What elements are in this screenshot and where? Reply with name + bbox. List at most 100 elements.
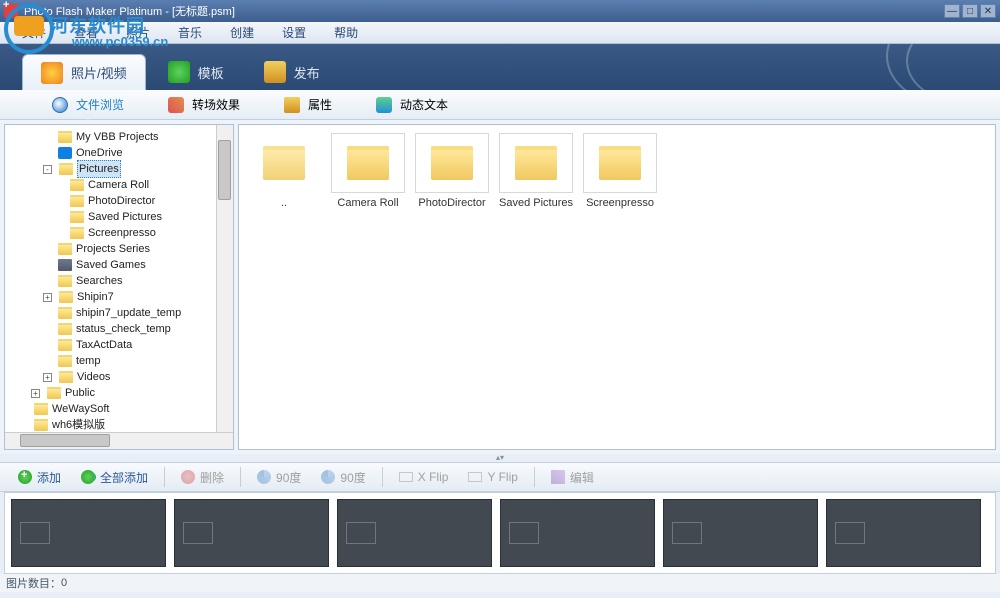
sub-tab-icon (284, 97, 300, 113)
folder-icon (58, 131, 72, 143)
filmstrip-slot[interactable] (826, 499, 981, 567)
folder-icon (347, 146, 389, 180)
tree-row[interactable]: Screenpresso (7, 225, 214, 241)
expand-toggle[interactable]: - (43, 165, 52, 174)
menu-item[interactable]: 创建 (216, 24, 268, 41)
tree-row[interactable]: OneDrive (7, 145, 214, 161)
filmstrip-slot[interactable] (11, 499, 166, 567)
tree-row[interactable]: Saved Pictures (7, 209, 214, 225)
folder-icon (59, 163, 73, 175)
folder-icon (515, 146, 557, 180)
folder-tree-pane: My VBB ProjectsOneDrive-PicturesCamera R… (4, 124, 234, 450)
folder-icon (59, 371, 73, 383)
filmstrip (4, 492, 996, 574)
rotate-ccw-button[interactable]: 90度 (249, 466, 309, 488)
folder-icon (34, 403, 48, 415)
main-tab[interactable]: 模板 (150, 54, 242, 90)
folder-item[interactable]: Saved Pictures (499, 133, 573, 209)
rotate-cw-icon (321, 470, 335, 484)
filmstrip-slot[interactable] (500, 499, 655, 567)
menu-item[interactable]: 照片 (112, 24, 164, 41)
tree-row[interactable]: -Pictures (7, 161, 214, 177)
folder-item[interactable]: Camera Roll (331, 133, 405, 209)
add-icon (18, 470, 32, 484)
close-button[interactable]: ✕ (980, 4, 996, 18)
expand-toggle[interactable]: + (31, 389, 40, 398)
tree-row[interactable]: temp (7, 353, 214, 369)
menu-item[interactable]: 设置 (268, 24, 320, 41)
tree-row[interactable]: wh6模拟版 (7, 417, 214, 432)
tree-row[interactable]: TaxActData (7, 337, 214, 353)
sub-tab[interactable]: 转场效果 (146, 90, 262, 119)
folder-icon (58, 147, 72, 159)
sub-tab-icon (168, 97, 184, 113)
tree-row[interactable]: WeWaySoft (7, 401, 214, 417)
tree-row[interactable]: shipin7_update_temp (7, 305, 214, 321)
menu-item[interactable]: 音乐 (164, 24, 216, 41)
status-bar: 图片数目：0 (0, 574, 1000, 592)
folder-icon (58, 339, 72, 351)
action-bar: 添加 全部添加 删除 90度 90度 X Flip Y Flip 编辑 (0, 462, 1000, 492)
maximize-button[interactable]: □ (962, 4, 978, 18)
sub-tab[interactable]: 动态文本 (354, 90, 470, 119)
main-tab-bar: 照片/视频模板发布 (0, 44, 1000, 90)
decorative-swoosh (880, 44, 1000, 90)
window-title: Photo Flash Maker Platinum - [无标题.psm] (24, 3, 944, 19)
folder-icon (58, 355, 72, 367)
y-flip-button[interactable]: Y Flip (460, 466, 525, 488)
rotate-ccw-icon (257, 470, 271, 484)
tree-row[interactable]: Camera Roll (7, 177, 214, 193)
main-tab[interactable]: 发布 (246, 54, 338, 90)
tree-row[interactable]: My VBB Projects (7, 129, 214, 145)
rotate-cw-button[interactable]: 90度 (313, 466, 373, 488)
tree-row[interactable]: Projects Series (7, 241, 214, 257)
filmstrip-slot[interactable] (663, 499, 818, 567)
main-tab[interactable]: 照片/视频 (22, 54, 146, 90)
menu-item[interactable]: 查看 (60, 24, 112, 41)
folder-icon (47, 387, 61, 399)
tree-row[interactable]: PhotoDirector (7, 193, 214, 209)
folder-icon (431, 146, 473, 180)
edit-button[interactable]: 编辑 (543, 466, 602, 488)
expand-toggle[interactable]: + (43, 373, 52, 382)
folder-item[interactable]: Screenpresso (583, 133, 657, 209)
add-button[interactable]: 添加 (10, 466, 69, 488)
tree-row[interactable]: status_check_temp (7, 321, 214, 337)
filmstrip-slot[interactable] (174, 499, 329, 567)
add-all-button[interactable]: 全部添加 (73, 466, 156, 488)
delete-button[interactable]: 删除 (173, 466, 232, 488)
y-flip-icon (468, 472, 482, 482)
tree-row[interactable]: Saved Games (7, 257, 214, 273)
tree-row[interactable]: +Shipin7 (7, 289, 214, 305)
tree-scrollbar-vertical[interactable] (216, 125, 233, 432)
folder-icon (59, 291, 73, 303)
folder-item[interactable]: .. (247, 133, 321, 209)
sub-tab[interactable]: 文件浏览 (30, 90, 146, 119)
filmstrip-slot[interactable] (337, 499, 492, 567)
folder-icon (58, 259, 72, 271)
resize-grip[interactable]: ▴▾ (0, 454, 1000, 462)
photo-count-value: 0 (61, 577, 67, 589)
title-bar: Photo Flash Maker Platinum - [无标题.psm] —… (0, 0, 1000, 22)
folder-icon (58, 307, 72, 319)
folder-tree[interactable]: My VBB ProjectsOneDrive-PicturesCamera R… (5, 125, 216, 432)
tree-row[interactable]: Searches (7, 273, 214, 289)
minimize-button[interactable]: — (944, 4, 960, 18)
folder-item[interactable]: PhotoDirector (415, 133, 489, 209)
sub-tab-icon (376, 97, 392, 113)
x-flip-button[interactable]: X Flip (391, 466, 457, 488)
x-flip-icon (399, 472, 413, 482)
add-all-icon (81, 470, 95, 484)
folder-icon (70, 211, 84, 223)
delete-icon (181, 470, 195, 484)
folder-icon (58, 275, 72, 287)
menu-item[interactable]: 帮助 (320, 24, 372, 41)
tree-row[interactable]: +Videos (7, 369, 214, 385)
tab-icon (168, 61, 190, 83)
folder-icon (34, 419, 48, 431)
expand-toggle[interactable]: + (43, 293, 52, 302)
sub-tab[interactable]: 属性 (262, 90, 354, 119)
tree-row[interactable]: +Public (7, 385, 214, 401)
tree-scrollbar-horizontal[interactable] (5, 432, 233, 449)
menu-item[interactable]: 文件 (8, 24, 60, 41)
